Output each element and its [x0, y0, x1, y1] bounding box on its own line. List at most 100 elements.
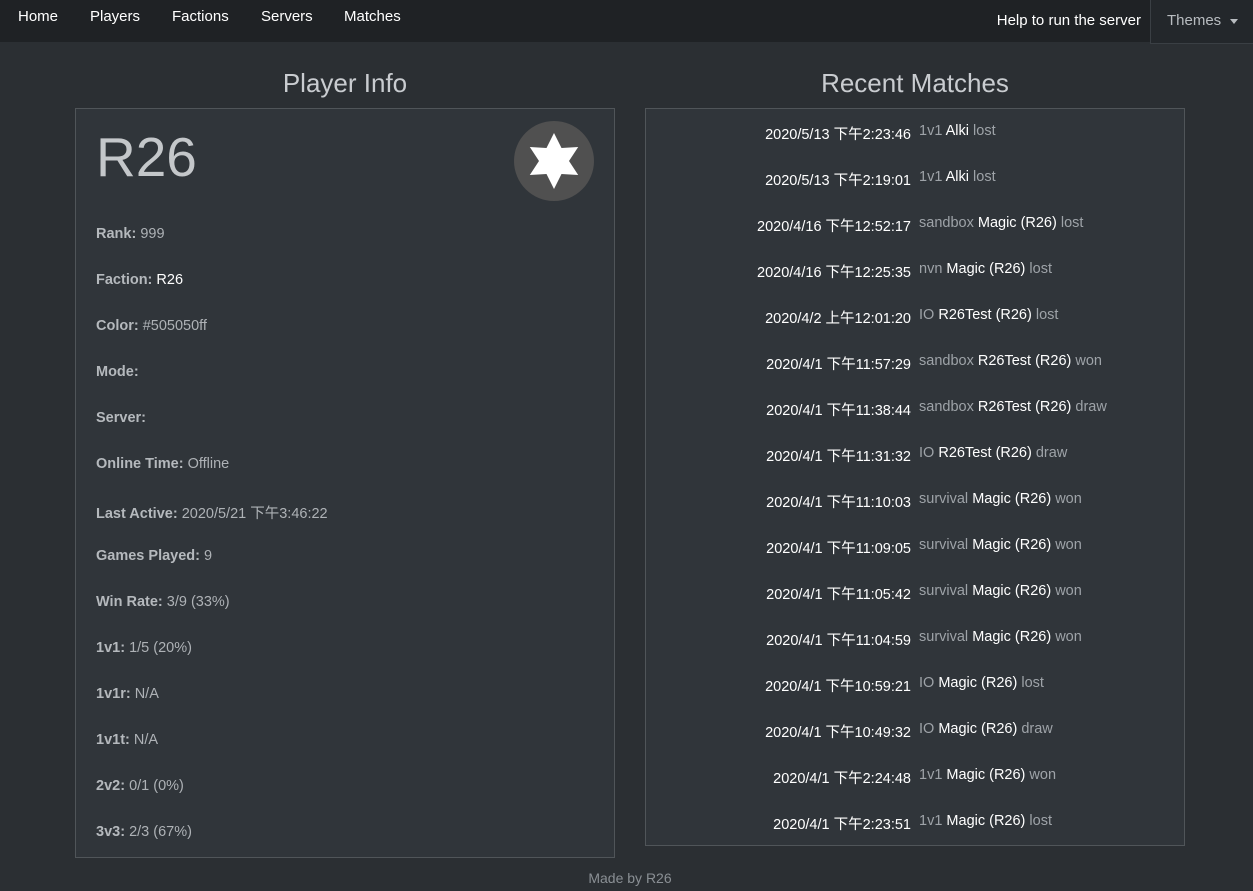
match-row[interactable]: 2020/4/1 下午10:49:32 IO Magic (R26) draw [646, 721, 1184, 741]
info-row: 3v3: 2/3 (67%) [96, 824, 192, 840]
match-details: sandbox Magic (R26) lost [919, 215, 1083, 231]
info-value: 3/9 (33%) [166, 594, 230, 610]
info-key: Last Active: [96, 506, 178, 522]
match-player-link[interactable]: Magic (R26) [946, 767, 1025, 783]
match-time[interactable]: 2020/4/2 上午12:01:20 [765, 307, 911, 328]
match-player-link[interactable]: Magic (R26) [972, 629, 1051, 645]
match-time[interactable]: 2020/5/13 下午2:19:01 [765, 169, 911, 190]
match-mode: survival [919, 537, 969, 553]
match-result: lost [973, 123, 996, 139]
match-player-link[interactable]: R26Test (R26) [978, 353, 1071, 369]
match-time[interactable]: 2020/4/16 下午12:25:35 [757, 261, 911, 282]
nav-servers-link[interactable]: Servers [261, 8, 313, 25]
match-mode: IO [919, 675, 935, 691]
match-row[interactable]: 2020/4/1 下午11:04:59 survival Magic (R26) … [646, 629, 1184, 649]
nav-factions-link[interactable]: Factions [172, 8, 229, 25]
match-row[interactable]: 2020/4/1 下午11:38:44 sandbox R26Test (R26)… [646, 399, 1184, 419]
match-player-link[interactable]: Magic (R26) [972, 491, 1051, 507]
footer-credit: Made by R26 [588, 870, 672, 886]
match-player-link[interactable]: R26Test (R26) [978, 399, 1071, 415]
match-row[interactable]: 2020/4/1 下午2:23:51 1v1 Magic (R26) lost [646, 813, 1184, 833]
info-value: #505050ff [142, 318, 207, 334]
match-player-link[interactable]: Magic (R26) [938, 721, 1017, 737]
info-value[interactable]: R26 [156, 272, 183, 288]
info-row: Server: [96, 410, 146, 426]
info-key: Faction: [96, 272, 153, 288]
match-row[interactable]: 2020/4/1 下午10:59:21 IO Magic (R26) lost [646, 675, 1184, 695]
match-time[interactable]: 2020/4/1 下午11:09:05 [766, 537, 911, 558]
match-result: lost [1029, 261, 1052, 277]
match-time[interactable]: 2020/4/1 下午11:04:59 [766, 629, 911, 650]
match-row[interactable]: 2020/4/1 下午11:05:42 survival Magic (R26) … [646, 583, 1184, 603]
match-details: survival Magic (R26) won [919, 491, 1082, 507]
info-key: 1v1t: [96, 732, 130, 748]
themes-label: Themes [1167, 12, 1222, 29]
info-value: Offline [187, 456, 230, 472]
match-time[interactable]: 2020/5/13 下午2:23:46 [765, 123, 911, 144]
info-key: Rank: [96, 226, 137, 242]
match-player-link[interactable]: Alki [946, 123, 969, 139]
match-player-link[interactable]: R26Test (R26) [938, 445, 1031, 461]
match-row[interactable]: 2020/5/13 下午2:23:46 1v1 Alki lost [646, 123, 1184, 143]
match-player-link[interactable]: Magic (R26) [972, 583, 1051, 599]
match-row[interactable]: 2020/4/1 下午11:10:03 survival Magic (R26) … [646, 491, 1184, 511]
match-player-link[interactable]: Magic (R26) [938, 675, 1017, 691]
match-details: IO Magic (R26) draw [919, 721, 1053, 737]
match-mode: sandbox [919, 399, 974, 415]
match-time[interactable]: 2020/4/1 下午11:05:42 [766, 583, 911, 604]
match-result: won [1055, 629, 1082, 645]
match-time[interactable]: 2020/4/1 下午2:24:48 [773, 767, 911, 788]
match-mode: survival [919, 583, 969, 599]
match-result: won [1055, 491, 1082, 507]
match-row[interactable]: 2020/4/16 下午12:25:35 nvn Magic (R26) lost [646, 261, 1184, 281]
star-icon [514, 121, 594, 201]
recent-matches-title: Recent Matches [821, 68, 1009, 98]
match-player-link[interactable]: Magic (R26) [972, 537, 1051, 553]
match-player-link[interactable]: R26Test (R26) [938, 307, 1031, 323]
match-result: lost [1021, 675, 1044, 691]
match-row[interactable]: 2020/4/2 上午12:01:20 IO R26Test (R26) lost [646, 307, 1184, 327]
match-player-link[interactable]: Alki [946, 169, 969, 185]
info-key: 1v1: [96, 640, 126, 656]
match-time[interactable]: 2020/4/1 下午2:23:51 [773, 813, 911, 834]
match-time[interactable]: 2020/4/16 下午12:52:17 [757, 215, 911, 236]
info-key: Win Rate: [96, 594, 163, 610]
nav-home-link[interactable]: Home [18, 8, 58, 25]
match-time[interactable]: 2020/4/1 下午11:10:03 [766, 491, 911, 512]
match-row[interactable]: 2020/4/1 下午11:31:32 IO R26Test (R26) draw [646, 445, 1184, 465]
info-row: 1v1r: N/A [96, 686, 159, 702]
info-key: Color: [96, 318, 139, 334]
match-player-link[interactable]: Magic (R26) [946, 261, 1025, 277]
themes-dropdown-button[interactable]: Themes [1150, 0, 1253, 44]
info-key: 1v1r: [96, 686, 131, 702]
match-row[interactable]: 2020/4/1 下午11:57:29 sandbox R26Test (R26)… [646, 353, 1184, 373]
match-player-link[interactable]: Magic (R26) [946, 813, 1025, 829]
info-key: 3v3: [96, 824, 126, 840]
player-info-card: R26 Rank: 999 Faction: R26 Color: #505050f… [75, 108, 615, 858]
info-key: Server: [96, 410, 146, 426]
match-row[interactable]: 2020/5/13 下午2:19:01 1v1 Alki lost [646, 169, 1184, 189]
help-run-server-link[interactable]: Help to run the server [997, 12, 1141, 29]
nav-matches-link[interactable]: Matches [344, 8, 401, 25]
match-details: IO R26Test (R26) draw [919, 445, 1067, 461]
match-row[interactable]: 2020/4/16 下午12:52:17 sandbox Magic (R26) … [646, 215, 1184, 235]
match-result: lost [1060, 215, 1084, 231]
match-time[interactable]: 2020/4/1 下午10:49:32 [765, 721, 911, 742]
info-row: Games Played: 9 [96, 548, 212, 564]
info-value: N/A [133, 732, 159, 748]
match-mode: survival [919, 491, 969, 507]
match-result: lost [973, 169, 996, 185]
match-mode: survival [919, 629, 969, 645]
match-time[interactable]: 2020/4/1 下午11:57:29 [766, 353, 911, 374]
match-time[interactable]: 2020/4/1 下午11:38:44 [766, 399, 911, 420]
info-row: Mode: [96, 364, 139, 380]
match-details: sandbox R26Test (R26) draw [919, 399, 1107, 415]
match-row[interactable]: 2020/4/1 下午2:24:48 1v1 Magic (R26) won [646, 767, 1184, 787]
match-row[interactable]: 2020/4/1 下午11:09:05 survival Magic (R26) … [646, 537, 1184, 557]
match-player-link[interactable]: Magic (R26) [978, 215, 1057, 231]
info-key: Games Played: [96, 548, 200, 564]
match-time[interactable]: 2020/4/1 下午11:31:32 [766, 445, 911, 466]
nav-players-link[interactable]: Players [90, 8, 140, 25]
info-value: 2/3 (67%) [129, 824, 192, 840]
match-time[interactable]: 2020/4/1 下午10:59:21 [765, 675, 911, 696]
